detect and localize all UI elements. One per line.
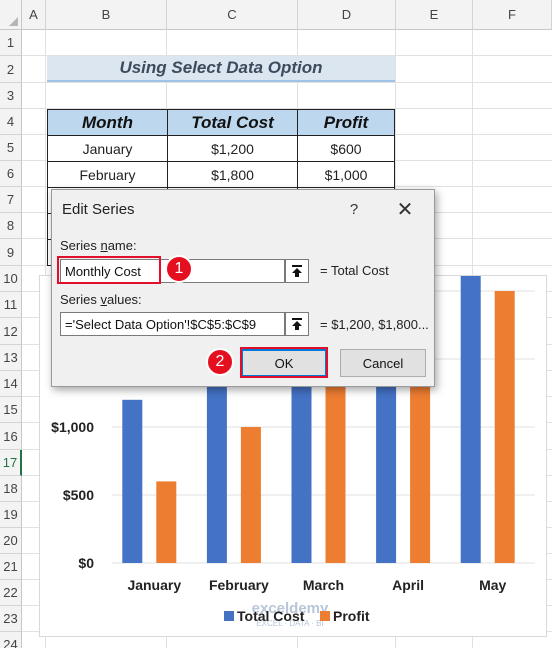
sheet-title[interactable]: Using Select Data Option — [47, 56, 395, 82]
legend-label: Total Cost — [237, 608, 305, 624]
series-name-highlight — [57, 256, 161, 284]
series-name-label: Series name: — [60, 238, 137, 253]
table-cell[interactable]: January — [47, 135, 168, 162]
bar-profit — [156, 481, 177, 563]
table-header-total-cost[interactable]: Total Cost — [167, 109, 298, 136]
step-2-badge: 2 — [206, 348, 234, 376]
table-header-month[interactable]: Month — [47, 109, 168, 136]
table-cell[interactable]: $1,800 — [167, 161, 298, 188]
bar-total-cost — [122, 399, 143, 563]
row-header-17[interactable]: 17 — [0, 450, 22, 476]
row-header-16[interactable]: 16 — [0, 423, 22, 450]
step-1-badge: 1 — [165, 255, 193, 283]
table-cell[interactable]: $1,000 — [297, 161, 395, 188]
table-cell[interactable]: February — [47, 161, 168, 188]
column-header-c[interactable]: C — [167, 0, 298, 30]
legend-swatch-profit — [320, 611, 330, 621]
x-tick-label: January — [127, 577, 181, 593]
row-header-10[interactable]: 10 — [0, 266, 22, 292]
column-header-a[interactable]: A — [22, 0, 46, 30]
series-values-input[interactable]: ='Select Data Option'!$C$5:$C$9 — [60, 312, 285, 336]
legend-swatch-total-cost — [224, 611, 234, 621]
row-header-5[interactable]: 5 — [0, 135, 22, 161]
x-tick-label: May — [479, 577, 506, 593]
row-header-13[interactable]: 13 — [0, 345, 22, 371]
series-values-result: = $1,200, $1,800... — [320, 317, 429, 332]
grid-line — [22, 82, 552, 83]
legend-label: Profit — [333, 608, 370, 624]
series-values-label: Series values: — [60, 292, 142, 307]
column-header-d[interactable]: D — [298, 0, 396, 30]
row-header-14[interactable]: 14 — [0, 371, 22, 397]
range-select-icon — [292, 318, 302, 330]
row-header-1[interactable]: 1 — [0, 30, 22, 56]
table-cell[interactable]: $600 — [297, 135, 395, 162]
table-cell[interactable]: $1,200 — [167, 135, 298, 162]
row-header-9[interactable]: 9 — [0, 239, 22, 266]
row-header-6[interactable]: 6 — [0, 161, 22, 187]
x-tick-label: March — [303, 577, 344, 593]
row-header-12[interactable]: 12 — [0, 318, 22, 345]
cancel-button[interactable]: Cancel — [340, 349, 426, 377]
row-header-20[interactable]: 20 — [0, 528, 22, 554]
collapse-dialog-button[interactable] — [285, 312, 309, 336]
help-button[interactable]: ? — [340, 196, 368, 222]
row-header-15[interactable]: 15 — [0, 397, 22, 423]
y-tick-label: $0 — [78, 555, 94, 571]
row-header-22[interactable]: 22 — [0, 580, 22, 606]
x-tick-label: April — [392, 577, 424, 593]
column-header-f[interactable]: F — [473, 0, 552, 30]
range-select-icon — [292, 265, 302, 277]
close-button[interactable]: ✕ — [390, 196, 420, 222]
bar-profit — [325, 386, 346, 563]
row-header-2[interactable]: 2 — [0, 56, 22, 83]
row-header-23[interactable]: 23 — [0, 606, 22, 632]
bar-profit — [494, 291, 515, 563]
row-header-24[interactable]: 24 — [0, 632, 22, 648]
y-tick-label: $500 — [63, 487, 94, 503]
row-header-7[interactable]: 7 — [0, 187, 22, 213]
table-header-profit[interactable]: Profit — [297, 109, 395, 136]
row-header-18[interactable]: 18 — [0, 476, 22, 502]
row-header-21[interactable]: 21 — [0, 554, 22, 580]
column-header-e[interactable]: E — [396, 0, 473, 30]
row-header-3[interactable]: 3 — [0, 83, 22, 109]
row-header-11[interactable]: 11 — [0, 292, 22, 318]
row-header-19[interactable]: 19 — [0, 502, 22, 528]
x-tick-label: February — [209, 577, 269, 593]
ok-button-highlight — [240, 347, 328, 378]
bar-total-cost — [460, 155, 481, 563]
y-tick-label: $1,000 — [51, 419, 94, 435]
spreadsheet: A B C D E F 1 2 3 4 5 6 7 8 9 10 11 12 13 14 15 16 17 18 1… — [0, 0, 552, 648]
bar-profit — [240, 427, 261, 563]
row-header-4[interactable]: 4 — [0, 109, 22, 135]
select-all-corner[interactable] — [0, 0, 22, 30]
series-name-result: = Total Cost — [320, 263, 389, 278]
column-header-b[interactable]: B — [46, 0, 167, 30]
dialog-title: Edit Series — [62, 201, 135, 218]
collapse-dialog-button[interactable] — [285, 259, 309, 283]
row-header-8[interactable]: 8 — [0, 213, 22, 239]
